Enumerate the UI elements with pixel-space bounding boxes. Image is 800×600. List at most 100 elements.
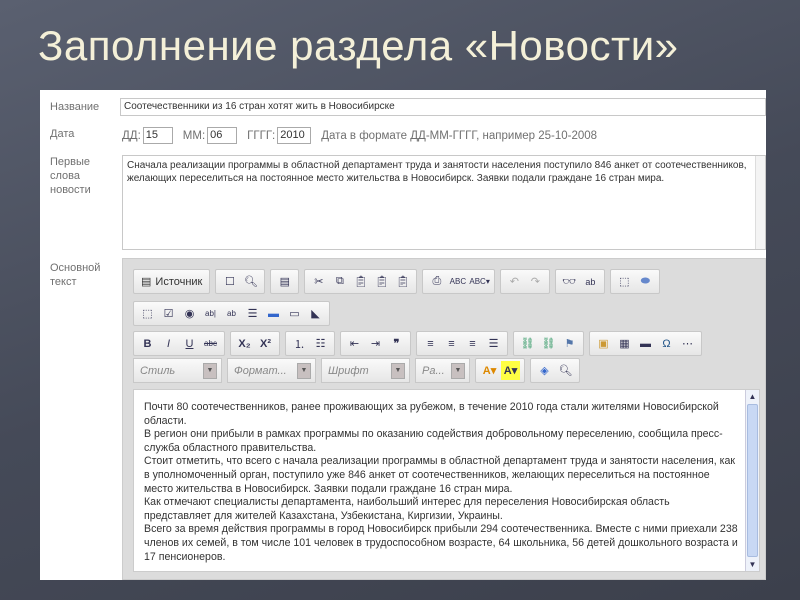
name-label: Название — [50, 101, 100, 113]
image-button-icon[interactable]: ▭ — [285, 304, 304, 323]
format-select[interactable]: Формат... ▼ — [227, 358, 316, 383]
size-select[interactable]: Ра... ▼ — [415, 358, 470, 383]
superscript-icon[interactable]: X² — [256, 334, 275, 353]
lead-label: Первые слова новости — [50, 155, 91, 197]
body-paragraph: Как отмечают специалисты департамента, н… — [144, 496, 670, 522]
body-paragraph: Стоит отметить, что всего с начала реали… — [144, 455, 735, 495]
paste-text-icon[interactable]: 📋︎ — [372, 272, 391, 291]
justify-icon[interactable]: ☰ — [484, 334, 503, 353]
strikethrough-icon[interactable]: abc — [201, 334, 220, 353]
find-icon[interactable]: 👓︎ — [560, 272, 579, 291]
align-left-icon[interactable]: ≡ — [421, 334, 440, 353]
year-input[interactable]: 2010 — [277, 127, 312, 144]
slide-title: Заполнение раздела «Новости» — [38, 22, 679, 69]
new-page-icon[interactable]: ☐ — [220, 272, 239, 291]
body-paragraph: В регион они прибыли в рамках программы … — [144, 428, 723, 454]
print-icon[interactable]: ⎙ — [427, 272, 446, 291]
show-blocks-icon[interactable]: 🔍︎ — [556, 361, 575, 380]
format-placeholder: Формат... — [234, 364, 287, 377]
select-all-icon[interactable]: ⬚ — [615, 272, 634, 291]
toolbar-row-3: B I Uabc X₂ X² ⒈ ☷ ⇤ ⇥ ❞ ≡ ≡ ≡ ☰ ⛓ ⛓ ⚑ ▣ ▦ ▬ Ω ⋯ — [133, 331, 702, 356]
templates-icon[interactable]: ▤ — [275, 272, 294, 291]
size-placeholder: Ра... — [422, 364, 445, 377]
date-fields: ДД: 15 ММ: 06 ГГГГ: 2010 Дата в формате … — [122, 127, 597, 144]
cut-icon[interactable]: ✂ — [309, 272, 328, 291]
source-label: Источник — [155, 275, 203, 288]
body-label: Основной текст — [50, 261, 100, 289]
bulleted-list-icon[interactable]: ☷ — [311, 334, 330, 353]
underline-icon[interactable]: U — [180, 334, 199, 353]
month-input[interactable]: 06 — [207, 127, 238, 144]
source-button[interactable]: ▤ Источник — [138, 272, 205, 291]
font-placeholder: Шрифт — [328, 364, 369, 377]
paste-icon[interactable]: 📋︎ — [351, 272, 370, 291]
rich-text-editor: ▤ Источник ☐ 🔍︎ ▤ ✂ ⧉ 📋︎ 📋︎ 📋︎ ⎙ ABC ABC▾ ↶ ↷ 👓︎ a… — [122, 258, 766, 580]
day-label: ДД: — [122, 129, 141, 142]
spellcheck-icon[interactable]: ABC — [448, 272, 467, 291]
background-color-icon[interactable]: A▾ — [501, 361, 520, 380]
textarea-icon[interactable]: ab — [222, 304, 241, 323]
copy-icon[interactable]: ⧉ — [330, 272, 349, 291]
lead-label-line: слова — [50, 170, 80, 182]
special-char-icon[interactable]: Ω — [657, 334, 676, 353]
text-color-icon[interactable]: A▾ — [480, 361, 499, 380]
table-icon[interactable]: ▦ — [615, 334, 634, 353]
editor-content-area[interactable]: Почти 80 соотечественников, ранее прожив… — [133, 389, 760, 572]
font-select[interactable]: Шрифт ▼ — [321, 358, 410, 383]
name-input[interactable]: Соотечественники из 16 стран хотят жить … — [120, 98, 766, 116]
style-select[interactable]: Стиль ▼ — [133, 358, 222, 383]
bold-icon[interactable]: B — [138, 334, 157, 353]
style-placeholder: Стиль — [140, 364, 176, 377]
body-paragraph: Почти 80 соотечественников, ранее прожив… — [144, 401, 719, 427]
chevron-down-icon: ▼ — [391, 362, 405, 379]
lead-label-line: новости — [50, 184, 91, 196]
paste-word-icon[interactable]: 📋︎ — [393, 272, 412, 291]
scroll-up-icon[interactable]: ▲ — [746, 390, 759, 403]
replace-icon[interactable]: ab — [581, 272, 600, 291]
italic-icon[interactable]: I — [159, 334, 178, 353]
toolbar-row-1: ▤ Источник ☐ 🔍︎ ▤ ✂ ⧉ 📋︎ 📋︎ 📋︎ ⎙ ABC ABC▾ ↶ ↷ 👓︎ a… — [133, 269, 660, 294]
radio-icon[interactable]: ◉ — [180, 304, 199, 323]
indent-icon[interactable]: ⇥ — [366, 334, 385, 353]
spellcheck-dropdown-icon[interactable]: ABC▾ — [469, 272, 489, 291]
scroll-down-icon[interactable]: ▼ — [746, 558, 759, 571]
button-field-icon[interactable]: ▬ — [264, 304, 283, 323]
hidden-field-icon[interactable]: ◣ — [306, 304, 325, 323]
cms-form-screenshot: Название Соотечественники из 16 стран хо… — [40, 90, 766, 580]
undo-icon[interactable]: ↶ — [505, 272, 524, 291]
day-input[interactable]: 15 — [142, 127, 173, 144]
toolbar-row-2: ⬚ ☑ ◉ ab| ab ☰ ▬ ▭ ◣ — [133, 301, 330, 326]
editor-scrollbar[interactable]: ▲ ▼ — [745, 390, 759, 571]
checkbox-icon[interactable]: ☑ — [159, 304, 178, 323]
lead-text: Сначала реализации программы в областной… — [127, 160, 747, 184]
lead-textarea[interactable]: Сначала реализации программы в областной… — [122, 155, 766, 250]
outdent-icon[interactable]: ⇤ — [345, 334, 364, 353]
anchor-flag-icon[interactable]: ⚑ — [560, 334, 579, 353]
horizontal-rule-icon[interactable]: ▬ — [636, 334, 655, 353]
align-right-icon[interactable]: ≡ — [463, 334, 482, 353]
year-label: ГГГГ: — [247, 129, 276, 142]
image-icon[interactable]: ▣ — [594, 334, 613, 353]
page-break-icon[interactable]: ⋯ — [678, 334, 697, 353]
lead-label-line: Первые — [50, 156, 91, 168]
numbered-list-icon[interactable]: ⒈ — [290, 334, 309, 353]
textfield-icon[interactable]: ab| — [201, 304, 220, 323]
subscript-icon[interactable]: X₂ — [235, 334, 254, 353]
link-icon[interactable]: ⛓ — [518, 334, 537, 353]
scrollbar-thumb[interactable] — [747, 404, 758, 557]
unlink-icon[interactable]: ⛓ — [539, 334, 558, 353]
maximize-icon[interactable]: ◈ — [535, 361, 554, 380]
select-field-icon[interactable]: ☰ — [243, 304, 262, 323]
lead-scrollbar[interactable] — [755, 156, 765, 249]
chevron-down-icon: ▼ — [451, 362, 465, 379]
blockquote-icon[interactable]: ❞ — [387, 334, 406, 353]
redo-icon[interactable]: ↷ — [526, 272, 545, 291]
date-hint: Дата в формате ДД-ММ-ГГГГ, например 25-1… — [321, 129, 598, 142]
date-label: Дата — [50, 128, 75, 140]
remove-format-icon[interactable]: ⬬ — [636, 272, 655, 291]
body-label-line: текст — [50, 276, 77, 288]
preview-icon[interactable]: 🔍︎ — [241, 272, 260, 291]
form-icon[interactable]: ⬚ — [138, 304, 157, 323]
align-center-icon[interactable]: ≡ — [442, 334, 461, 353]
toolbar-row-4: Стиль ▼ Формат... ▼ Шрифт ▼ Ра... ▼ A▾ A▾ ◈ 🔍︎ — [133, 358, 580, 383]
